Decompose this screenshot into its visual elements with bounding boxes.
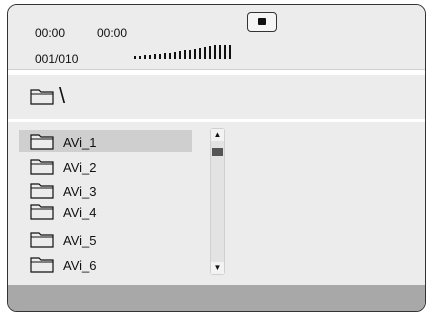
current-path: \ [59, 83, 66, 108]
elapsed-time: 00:00 [35, 26, 66, 40]
stop-icon [258, 18, 266, 25]
scroll-down-arrow-icon[interactable]: ▼ [211, 262, 224, 274]
track-counter: 001/010 [35, 52, 79, 66]
volume-level-icon [134, 45, 231, 59]
stop-button[interactable] [247, 12, 277, 32]
preview-panel [226, 122, 425, 279]
player-window: 00:00 00:00 001/010 \ AVi_1 AVi_2 AVi_3 … [7, 4, 426, 312]
list-item[interactable]: AVi_3 [19, 179, 192, 201]
path-bar: \ [8, 75, 425, 119]
folder-icon [30, 134, 54, 150]
list-item[interactable]: AVi_2 [19, 155, 192, 177]
list-item-label: AVi_5 [63, 233, 97, 248]
folder-icon [30, 183, 54, 199]
list-item[interactable]: AVi_1 [19, 130, 192, 152]
list-item-label: AVi_3 [63, 184, 97, 199]
folder-icon [30, 204, 54, 220]
list-item-label: AVi_6 [63, 258, 97, 273]
list-item-label: AVi_2 [63, 160, 97, 175]
list-item[interactable]: AVi_4 [19, 200, 192, 222]
status-bar: 00:00 00:00 001/010 [8, 5, 425, 70]
total-time: 00:00 [97, 26, 128, 40]
folder-icon [30, 232, 54, 248]
scrollbar[interactable]: ▲ ▼ [210, 128, 225, 275]
list-item[interactable]: AVi_6 [19, 253, 192, 275]
scroll-thumb[interactable] [212, 148, 223, 156]
folder-icon [30, 159, 54, 175]
scroll-up-arrow-icon[interactable]: ▲ [211, 129, 224, 141]
list-item[interactable]: AVi_5 [19, 228, 192, 250]
file-list-panel: AVi_1 AVi_2 AVi_3 AVi_4 AVi_5 AVi_6 ▲ ▼ [19, 122, 225, 279]
list-item-label: AVi_1 [63, 135, 97, 150]
folder-icon [30, 257, 54, 273]
bottom-bar [8, 285, 425, 311]
list-item-label: AVi_4 [63, 205, 97, 220]
folder-icon [30, 89, 54, 105]
